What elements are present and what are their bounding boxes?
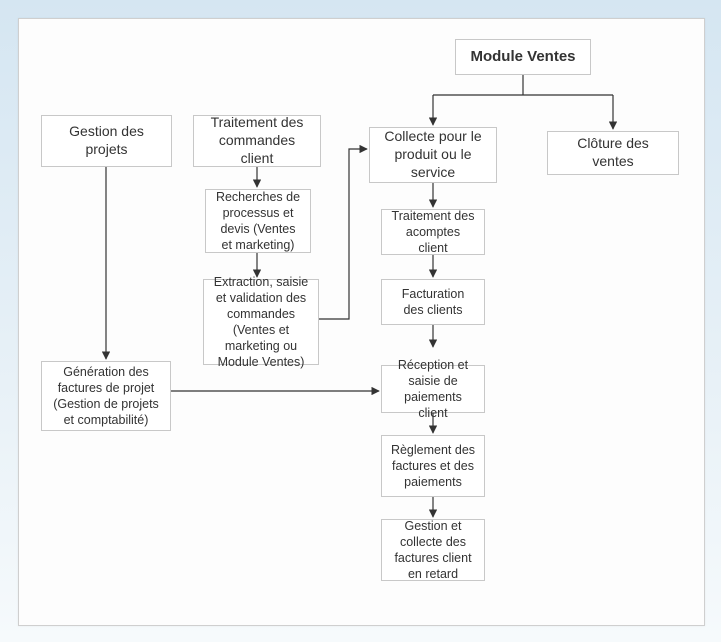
node-module-ventes: Module Ventes: [455, 39, 591, 75]
node-collecte-produit-service: Collecte pour le produit ou le service: [369, 127, 497, 183]
node-reglement-paiements: Règlement des factures et des paiements: [381, 435, 485, 497]
node-traitement-acomptes: Traitement des acomptes client: [381, 209, 485, 255]
node-recherches-devis: Recherches de processus et devis (Ventes…: [205, 189, 311, 253]
node-cloture-ventes: Clôture des ventes: [547, 131, 679, 175]
connectors: [19, 19, 704, 625]
node-reception-paiements: Réception et saisie de paiements client: [381, 365, 485, 413]
node-generation-factures-projet: Génération des factures de projet (Gesti…: [41, 361, 171, 431]
node-facturation-clients: Facturation des clients: [381, 279, 485, 325]
node-gestion-projets: Gestion des projets: [41, 115, 172, 167]
node-gestion-retard: Gestion et collecte des factures client …: [381, 519, 485, 581]
node-extraction-commandes: Extraction, saisie et validation des com…: [203, 279, 319, 365]
node-traitement-commandes: Traitement des commandes client: [193, 115, 321, 167]
diagram-panel: Module Ventes Gestion des projets Généra…: [18, 18, 705, 626]
